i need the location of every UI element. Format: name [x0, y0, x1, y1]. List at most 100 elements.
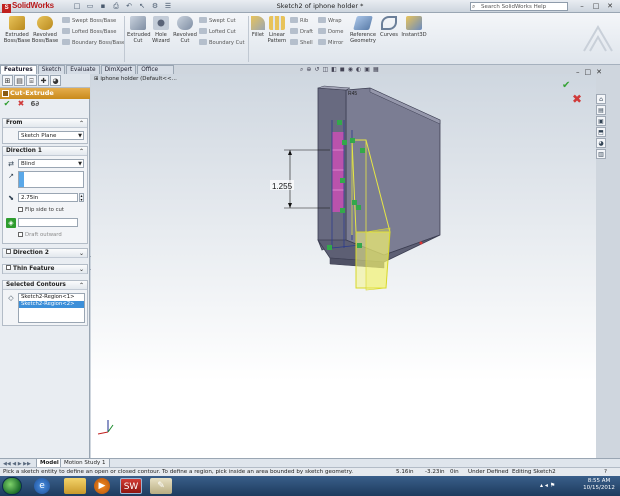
relation-marker[interactable] — [350, 138, 355, 143]
paint-icon[interactable]: ✎ — [150, 478, 172, 494]
print-icon[interactable]: ⎙ — [111, 2, 121, 10]
fillet-button[interactable]: Fillet — [250, 16, 266, 38]
depth-input[interactable]: 2.75in — [18, 193, 78, 202]
linear-pattern-button[interactable]: Linear Pattern — [266, 16, 288, 44]
relation-marker[interactable] — [327, 245, 332, 250]
boundary-boss-button[interactable]: Boundary Boss/Base — [62, 39, 125, 47]
relation-marker[interactable] — [340, 178, 345, 183]
dimxpert-manager-tab-icon[interactable]: ✚ — [38, 75, 49, 86]
dimension-value[interactable]: 1.255 — [272, 182, 293, 191]
internet-explorer-icon[interactable]: e — [34, 478, 50, 494]
direction1-section-title[interactable]: Direction 1 ⌃ — [3, 147, 87, 156]
relation-marker[interactable] — [342, 140, 347, 145]
start-button[interactable] — [2, 477, 22, 495]
draft-button[interactable]: Draft — [290, 28, 313, 36]
boundary-cut-button[interactable]: Boundary Cut — [199, 39, 245, 47]
list-item-selected[interactable]: Sketch2-Region<2> — [19, 301, 84, 308]
lofted-cut-button[interactable]: Lofted Cut — [199, 28, 236, 36]
lofted-boss-button[interactable]: Lofted Boss/Base — [62, 28, 116, 36]
from-section-title[interactable]: From ⌃ — [3, 119, 87, 128]
solidworks-logo[interactable]: S SolidWorks — [2, 1, 60, 13]
revolved-cut-button[interactable]: Revolved Cut — [173, 16, 197, 44]
maximize-icon[interactable]: □ — [590, 1, 602, 11]
minimize-icon[interactable]: – — [576, 1, 588, 11]
custom-properties-icon[interactable]: ▥ — [596, 149, 606, 159]
swept-cut-button[interactable]: Swept Cut — [199, 17, 236, 25]
direction-of-extrusion-field[interactable] — [18, 171, 84, 188]
relation-marker[interactable] — [340, 208, 345, 213]
dome-button[interactable]: Dome — [318, 28, 343, 36]
flip-side-to-cut-checkbox[interactable]: Flip side to cut — [18, 207, 64, 213]
relation-marker[interactable] — [360, 148, 365, 153]
rebuild-icon[interactable]: ⚙ — [150, 2, 160, 10]
select-icon[interactable]: ↖ — [137, 2, 147, 10]
direction2-section-title[interactable]: Direction 2 ⌄ — [3, 249, 87, 258]
file-explorer-icon[interactable] — [64, 478, 86, 494]
solidworks-taskbar-icon[interactable]: SW — [120, 478, 142, 494]
curves-button[interactable]: Curves — [379, 16, 399, 38]
help-search-input[interactable]: ⌕ Search SolidWorks Help — [470, 2, 568, 11]
system-clock[interactable]: 8:55 AM 10/15/2012 — [580, 478, 618, 492]
draft-on-off-icon[interactable]: ◈ — [6, 218, 16, 228]
close-icon[interactable]: ✕ — [604, 1, 616, 11]
draft-outward-checkbox[interactable]: Draft outward — [18, 232, 62, 238]
relation-marker[interactable] — [337, 120, 342, 125]
detailed-preview-icon[interactable]: 6∂ — [30, 99, 40, 109]
media-player-icon[interactable]: ▶ — [94, 478, 110, 494]
hole-wizard-button[interactable]: Hole Wizard — [150, 16, 172, 44]
cancel-x-icon[interactable]: ✖ — [16, 99, 26, 109]
instant3d-button[interactable]: Instant3D — [400, 16, 428, 38]
property-manager-tab-icon[interactable]: ▤ — [14, 75, 25, 86]
relation-marker[interactable] — [357, 243, 362, 248]
thin-feature-checkbox[interactable] — [6, 265, 11, 270]
wrap-button[interactable]: Wrap — [318, 17, 342, 25]
selected-contours-list[interactable]: Sketch2-Region<1> Sketch2-Region<2> — [18, 293, 85, 323]
clock-date: 10/15/2012 — [583, 485, 615, 491]
relation-marker[interactable] — [352, 200, 357, 205]
close-icon[interactable]: ✕ — [596, 68, 602, 76]
appearances-icon[interactable]: ◕ — [596, 138, 606, 148]
save-icon[interactable]: ▪ — [98, 2, 108, 10]
solidworks-resources-icon[interactable]: ⌂ — [596, 94, 606, 104]
draft-angle-input[interactable] — [18, 218, 78, 227]
extruded-cut-button[interactable]: Extruded Cut — [127, 16, 151, 44]
tab-dimxpert[interactable]: DimXpert — [100, 65, 137, 74]
swept-boss-button[interactable]: Swept Boss/Base — [62, 17, 116, 25]
tab-features[interactable]: Features — [0, 65, 37, 74]
selected-contours-section-title[interactable]: Selected Contours ⌃ — [3, 281, 87, 290]
ok-check-icon[interactable]: ✔ — [2, 99, 12, 109]
undo-icon[interactable]: ↶ — [124, 2, 134, 10]
extruded-boss-button[interactable]: Extruded Boss/Base — [3, 16, 31, 44]
direction2-checkbox[interactable] — [6, 249, 11, 254]
display-manager-tab-icon[interactable]: ◕ — [50, 75, 61, 86]
tab-sketch[interactable]: Sketch — [37, 65, 66, 74]
new-document-icon[interactable]: □ — [72, 2, 82, 10]
end-condition-select[interactable]: Blind ▼ — [18, 159, 84, 168]
configuration-manager-tab-icon[interactable]: ⌸ — [26, 75, 37, 86]
revolved-boss-button[interactable]: Revolved Boss/Base — [31, 16, 59, 44]
back-plate-face[interactable] — [345, 87, 441, 256]
model-graphics[interactable]: 1.255 R45 — [91, 74, 596, 458]
view-palette-icon[interactable]: ⬒ — [596, 127, 606, 137]
reverse-direction-icon[interactable]: ⇄ — [6, 159, 16, 169]
tray-icons[interactable]: ▴ ◂ ⚑ — [540, 482, 555, 489]
reference-geometry-button[interactable]: Reference Geometry — [347, 16, 379, 44]
open-icon[interactable]: ▭ — [85, 2, 95, 10]
design-library-icon[interactable]: ▤ — [596, 105, 606, 115]
tab-office-products[interactable]: Office Products — [137, 65, 174, 82]
linear-pattern-icon — [269, 16, 285, 30]
tab-evaluate[interactable]: Evaluate — [66, 65, 100, 74]
from-start-condition-select[interactable]: Sketch Plane ▼ — [18, 131, 84, 140]
mirror-button[interactable]: Mirror — [318, 39, 343, 47]
thin-feature-section-title[interactable]: Thin Feature ⌄ — [3, 265, 87, 274]
logo-text: SolidWorks — [12, 1, 54, 10]
file-explorer-icon[interactable]: ▣ — [596, 116, 606, 126]
list-item[interactable]: Sketch2-Region<1> — [19, 294, 84, 301]
feature-manager-tab-icon[interactable]: ⊞ — [2, 75, 13, 86]
relation-marker[interactable] — [356, 205, 361, 210]
rib-button[interactable]: Rib — [290, 17, 308, 25]
depth-spinner[interactable]: ▴ ▾ — [79, 193, 84, 202]
options-icon[interactable]: ☰ — [163, 2, 173, 10]
shell-button[interactable]: Shell — [290, 39, 313, 47]
shell-icon — [290, 39, 298, 45]
